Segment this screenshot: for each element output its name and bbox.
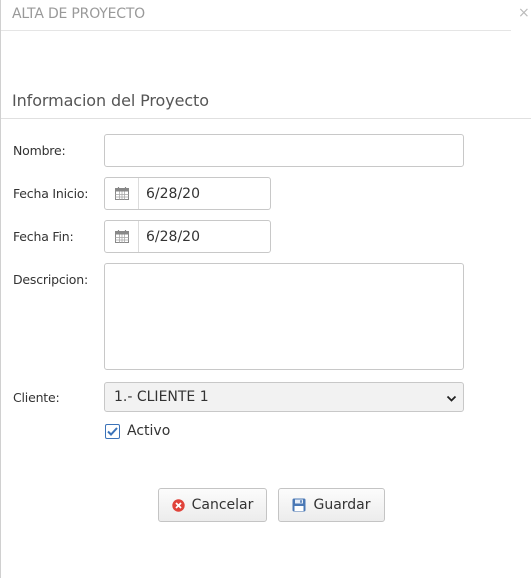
save-button-label: Guardar xyxy=(313,497,371,513)
nombre-input[interactable] xyxy=(104,134,464,167)
calendar-icon[interactable] xyxy=(105,178,139,209)
section-divider xyxy=(1,118,531,119)
cancel-button-label: Cancelar xyxy=(191,497,254,513)
section-title: Informacion del Proyecto xyxy=(12,91,209,110)
cancel-circle-icon xyxy=(171,498,185,512)
fecha-fin-value[interactable]: 6/28/20 xyxy=(139,221,200,252)
fecha-fin-field[interactable]: 6/28/20 xyxy=(104,220,271,253)
fecha-inicio-label: Fecha Inicio: xyxy=(13,186,89,201)
cliente-select[interactable]: 1.- CLIENTE 1 xyxy=(104,382,464,412)
modal-title: ALTA DE PROYECTO xyxy=(12,6,145,22)
nombre-label: Nombre: xyxy=(13,143,66,158)
checkmark-icon xyxy=(107,427,118,436)
fecha-inicio-value[interactable]: 6/28/20 xyxy=(139,178,200,209)
cancel-button[interactable]: Cancelar xyxy=(158,488,267,522)
fecha-inicio-field[interactable]: 6/28/20 xyxy=(104,177,271,210)
descripcion-textarea[interactable] xyxy=(104,263,464,370)
activo-label[interactable]: Activo xyxy=(127,423,170,439)
close-icon[interactable]: × xyxy=(518,5,530,21)
chevron-down-icon xyxy=(446,392,457,408)
save-button[interactable]: Guardar xyxy=(278,488,385,522)
activo-checkbox[interactable] xyxy=(105,424,120,439)
modal-header: ALTA DE PROYECTO xyxy=(1,0,511,31)
descripcion-label: Descripcion: xyxy=(13,272,88,287)
calendar-icon[interactable] xyxy=(105,221,139,252)
cliente-selected-value: 1.- CLIENTE 1 xyxy=(114,389,209,405)
floppy-disk-icon xyxy=(292,498,306,512)
project-modal: ALTA DE PROYECTO × Informacion del Proye… xyxy=(0,0,532,578)
fecha-fin-label: Fecha Fin: xyxy=(13,229,74,244)
cliente-label: Cliente: xyxy=(13,390,60,405)
